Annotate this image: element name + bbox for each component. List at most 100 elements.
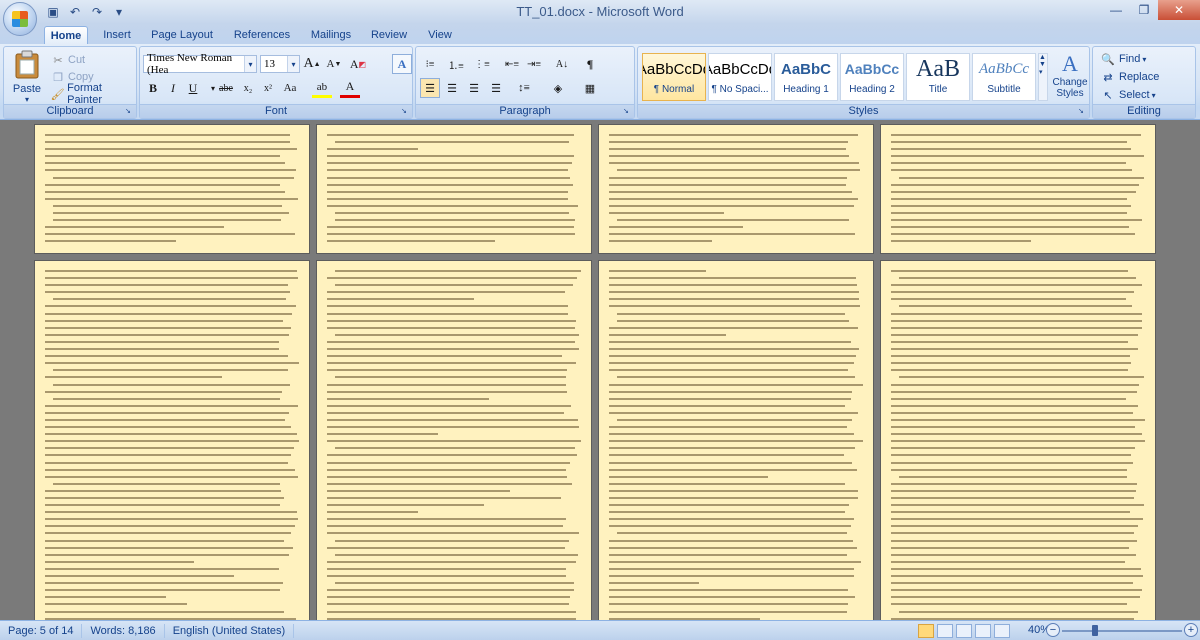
align-right-button[interactable]: ☰ <box>464 78 484 98</box>
style-title[interactable]: AaB Title <box>906 53 970 101</box>
font-size-dropdown-icon[interactable]: ▾ <box>287 56 299 72</box>
paste-button[interactable]: Paste ▾ <box>8 50 46 104</box>
subscript-button[interactable]: x₂ <box>238 78 258 98</box>
text-effects-button[interactable]: A <box>392 54 412 74</box>
text-line <box>45 600 299 607</box>
document-page[interactable] <box>34 260 310 620</box>
bullets-button[interactable]: ⁝≡ <box>420 54 440 74</box>
styles-launcher-icon[interactable]: ↘ <box>1078 107 1087 116</box>
text-line <box>327 181 581 188</box>
select-button[interactable]: ↖ Select ▾ <box>1099 87 1155 103</box>
font-color-button[interactable]: A <box>340 78 360 98</box>
grow-font-label: A <box>303 56 314 71</box>
shading-button[interactable]: ◈ <box>548 78 568 98</box>
justify-button[interactable]: ☰ <box>486 78 506 98</box>
greeked-text <box>891 567 1141 570</box>
word-count[interactable]: Words: 8,186 <box>82 623 165 638</box>
font-size-combo[interactable]: 13 ▾ <box>260 55 300 73</box>
greeked-text <box>891 233 1136 236</box>
window-title: TT_01.docx - Microsoft Word <box>516 4 684 19</box>
office-button[interactable] <box>3 2 37 36</box>
tab-review[interactable]: Review <box>364 26 414 44</box>
tab-home[interactable]: Home <box>44 26 88 44</box>
outline-view-icon[interactable] <box>975 624 991 638</box>
maximize-button[interactable]: ❐ <box>1130 0 1158 20</box>
full-screen-reading-icon[interactable] <box>937 624 953 638</box>
document-page[interactable] <box>34 124 310 254</box>
replace-button[interactable]: ⇄ Replace <box>1099 69 1159 85</box>
greeked-text <box>899 376 1145 379</box>
italic-button[interactable]: I <box>163 78 183 98</box>
align-left-button[interactable]: ☰ <box>420 78 440 98</box>
shrink-font-button[interactable]: A ▼ <box>324 54 344 74</box>
highlight-button[interactable]: ab <box>312 78 332 98</box>
grow-font-button[interactable]: A ▲ <box>302 54 322 74</box>
text-line <box>891 551 1145 558</box>
strikethrough-button[interactable]: abe <box>216 78 236 98</box>
decrease-indent-button[interactable]: ⇤≡ <box>502 54 522 74</box>
clipboard-launcher-icon[interactable]: ↘ <box>125 107 134 116</box>
bold-button[interactable]: B <box>143 78 163 98</box>
format-painter-button[interactable]: 🖌 Format Painter <box>50 82 136 106</box>
style-normal[interactable]: AaBbCcDd ¶ Normal <box>642 53 706 101</box>
tab-page-layout[interactable]: Page Layout <box>146 26 218 44</box>
increase-indent-button[interactable]: ⇥≡ <box>524 54 544 74</box>
change-styles-button[interactable]: A Change Styles <box>1050 51 1090 107</box>
style-heading-2[interactable]: AaBbCc Heading 2 <box>840 53 904 101</box>
sort-button[interactable]: A↓ <box>552 54 572 74</box>
style-no-spacing[interactable]: AaBbCcDd ¶ No Spaci... <box>708 53 772 101</box>
numbering-button[interactable]: ⒈≡ <box>446 54 466 74</box>
tab-mailings[interactable]: Mailings <box>302 26 360 44</box>
line-spacing-button[interactable]: ↕≡ <box>514 78 534 98</box>
zoom-slider[interactable] <box>1062 625 1182 636</box>
gallery-up-icon[interactable]: ▲ <box>1039 54 1047 61</box>
change-case-button[interactable]: Aa <box>280 78 300 98</box>
document-page[interactable] <box>880 260 1156 620</box>
cut-button[interactable]: ✂ Cut <box>50 52 85 68</box>
greeked-text <box>891 291 1134 294</box>
page-indicator[interactable]: Page: 5 of 14 <box>0 623 83 638</box>
underline-button[interactable]: U <box>183 78 203 98</box>
superscript-button[interactable]: x² <box>258 78 278 98</box>
text-line <box>891 579 1145 586</box>
document-workspace[interactable] <box>0 120 1200 620</box>
zoom-in-button[interactable]: + <box>1184 623 1198 637</box>
draft-view-icon[interactable] <box>994 624 1010 638</box>
shrink-font-icon: ▼ <box>334 60 342 68</box>
multilevel-list-button[interactable]: ⋮≡ <box>472 54 492 74</box>
gallery-more-icon[interactable]: ▾ <box>1039 68 1047 76</box>
text-line <box>609 381 863 388</box>
document-page[interactable] <box>880 124 1156 254</box>
style-heading-1[interactable]: AaBbC Heading 1 <box>774 53 838 101</box>
font-launcher-icon[interactable]: ↘ <box>401 107 410 116</box>
text-line <box>45 274 299 281</box>
tab-view[interactable]: View <box>418 26 462 44</box>
zoom-out-button[interactable]: − <box>1046 623 1060 637</box>
document-page[interactable] <box>316 124 592 254</box>
text-line <box>327 558 581 565</box>
greeked-text <box>891 383 1140 386</box>
zoom-slider-thumb[interactable] <box>1092 625 1098 636</box>
find-button[interactable]: 🔍 Find ▾ <box>1099 51 1146 67</box>
font-name-combo[interactable]: Times New Roman (Hea ▾ <box>143 52 257 76</box>
tab-insert[interactable]: Insert <box>92 26 142 44</box>
styles-gallery-scroll[interactable]: ▲ ▼ ▾ <box>1038 53 1048 101</box>
web-layout-icon[interactable] <box>956 624 972 638</box>
print-layout-icon[interactable] <box>918 624 934 638</box>
align-center-button[interactable]: ☰ <box>442 78 462 98</box>
paragraph-launcher-icon[interactable]: ↘ <box>623 107 632 116</box>
document-page[interactable] <box>598 260 874 620</box>
close-button[interactable]: ✕ <box>1158 0 1200 20</box>
font-name-dropdown-icon[interactable]: ▾ <box>244 56 256 72</box>
borders-button[interactable]: ▦ <box>580 78 600 98</box>
show-marks-button[interactable]: ¶ <box>580 54 600 74</box>
tab-references[interactable]: References <box>226 26 298 44</box>
clear-formatting-button[interactable]: A ◩ <box>348 54 368 74</box>
greeked-text <box>335 539 570 542</box>
language-indicator[interactable]: English (United States) <box>165 623 295 638</box>
gallery-down-icon[interactable]: ▼ <box>1039 61 1047 68</box>
document-page[interactable] <box>316 260 592 620</box>
document-page[interactable] <box>598 124 874 254</box>
minimize-button[interactable]: — <box>1102 0 1130 20</box>
style-subtitle[interactable]: AaBbCc Subtitle <box>972 53 1036 101</box>
